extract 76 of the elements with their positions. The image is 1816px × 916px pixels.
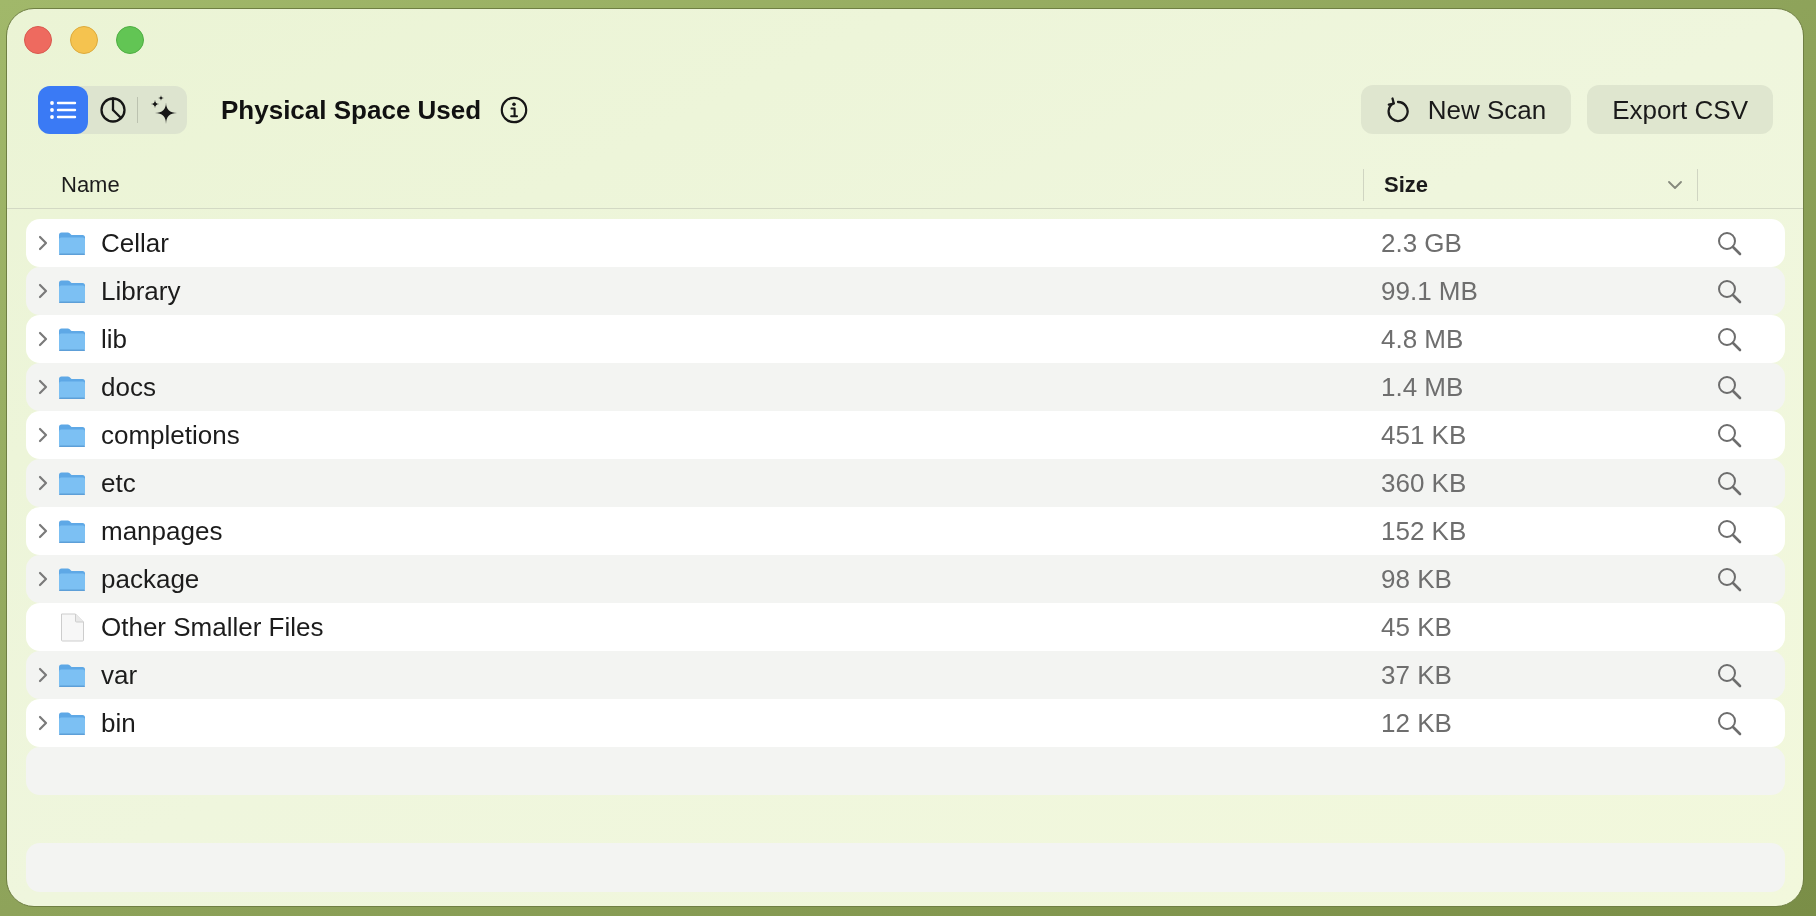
item-size: 451 KB (1381, 419, 1467, 451)
document-icon (59, 612, 85, 642)
disclosure-chevron-icon[interactable] (38, 475, 48, 491)
item-size: 12 KB (1381, 707, 1452, 739)
refresh-icon (1385, 96, 1410, 123)
item-name: manpages (101, 515, 223, 547)
search-icon[interactable] (1717, 230, 1742, 256)
search-icon[interactable] (1717, 326, 1742, 352)
table-row[interactable]: docs 1.4 MB (26, 363, 1785, 411)
item-name: docs (101, 371, 156, 403)
folder-icon (58, 422, 86, 448)
table-row[interactable]: Other Smaller Files 45 KB (26, 603, 1785, 651)
folder-icon (58, 230, 86, 256)
item-name: var (101, 659, 138, 691)
export-csv-button[interactable]: Export CSV (1587, 85, 1773, 134)
item-size: 98 KB (1381, 563, 1452, 595)
search-icon[interactable] (1717, 518, 1742, 544)
new-scan-button[interactable]: New Scan (1360, 85, 1572, 134)
search-icon[interactable] (1717, 422, 1742, 448)
folder-icon (58, 374, 86, 400)
disclosure-chevron-icon[interactable] (38, 379, 48, 395)
search-icon[interactable] (1717, 662, 1742, 688)
item-size: 99.1 MB (1381, 275, 1478, 307)
search-icon[interactable] (1717, 566, 1742, 592)
item-name: completions (101, 419, 240, 451)
table-row[interactable]: bin 12 KB (26, 699, 1785, 747)
item-size: 152 KB (1381, 515, 1467, 547)
folder-icon (58, 470, 86, 496)
list-icon (49, 99, 77, 120)
sort-chevron-icon[interactable] (1668, 180, 1682, 189)
disclosure-chevron-icon[interactable] (38, 235, 48, 251)
table-row[interactable]: lib 4.8 MB (26, 315, 1785, 363)
folder-icon (58, 326, 86, 352)
item-name: Other Smaller Files (101, 611, 324, 643)
disclosure-chevron-icon[interactable] (38, 715, 48, 731)
toolbar-title: Physical Space Used (221, 93, 482, 126)
item-name: bin (101, 707, 136, 739)
search-icon[interactable] (1717, 278, 1742, 304)
item-size: 4.8 MB (1381, 323, 1464, 355)
folder-icon (58, 518, 86, 544)
disclosure-chevron-icon[interactable] (38, 571, 48, 587)
info-icon[interactable] (500, 95, 529, 124)
folder-icon (58, 566, 86, 592)
search-icon[interactable] (1717, 374, 1742, 400)
table-row[interactable]: manpages 152 KB (26, 507, 1785, 555)
table-row[interactable]: completions 451 KB (26, 411, 1785, 459)
item-name: Cellar (101, 227, 169, 259)
disclosure-chevron-icon[interactable] (38, 283, 48, 299)
item-size: 37 KB (1381, 659, 1452, 691)
item-size: 360 KB (1381, 467, 1467, 499)
folder-icon (58, 278, 86, 304)
disclosure-chevron-icon[interactable] (38, 427, 48, 443)
item-name: lib (101, 323, 127, 355)
close-button[interactable] (24, 26, 52, 54)
search-icon[interactable] (1717, 710, 1742, 736)
item-size: 1.4 MB (1381, 371, 1464, 403)
table-row[interactable]: package 98 KB (26, 555, 1785, 603)
item-name: package (101, 563, 200, 595)
table-row[interactable]: etc 360 KB (26, 459, 1785, 507)
table-row[interactable]: var 37 KB (26, 651, 1785, 699)
column-header[interactable]: Size (1384, 170, 1429, 199)
disclosure-chevron-icon[interactable] (38, 667, 48, 683)
table-row[interactable]: Cellar 2.3 GB (26, 219, 1785, 267)
disclosure-chevron-icon[interactable] (38, 331, 48, 347)
column-header[interactable]: Name (61, 170, 120, 199)
zoom-button[interactable] (116, 26, 144, 54)
search-icon[interactable] (1717, 470, 1742, 496)
folder-icon (58, 662, 86, 688)
pie-chart-icon (98, 95, 127, 124)
item-size: 45 KB (1381, 611, 1452, 643)
folder-icon (58, 710, 86, 736)
item-size: 2.3 GB (1381, 227, 1462, 259)
disclosure-chevron-icon[interactable] (38, 523, 48, 539)
table-row[interactable]: Library 99.1 MB (26, 267, 1785, 315)
item-name: etc (101, 467, 136, 499)
item-name: Library (101, 275, 181, 307)
